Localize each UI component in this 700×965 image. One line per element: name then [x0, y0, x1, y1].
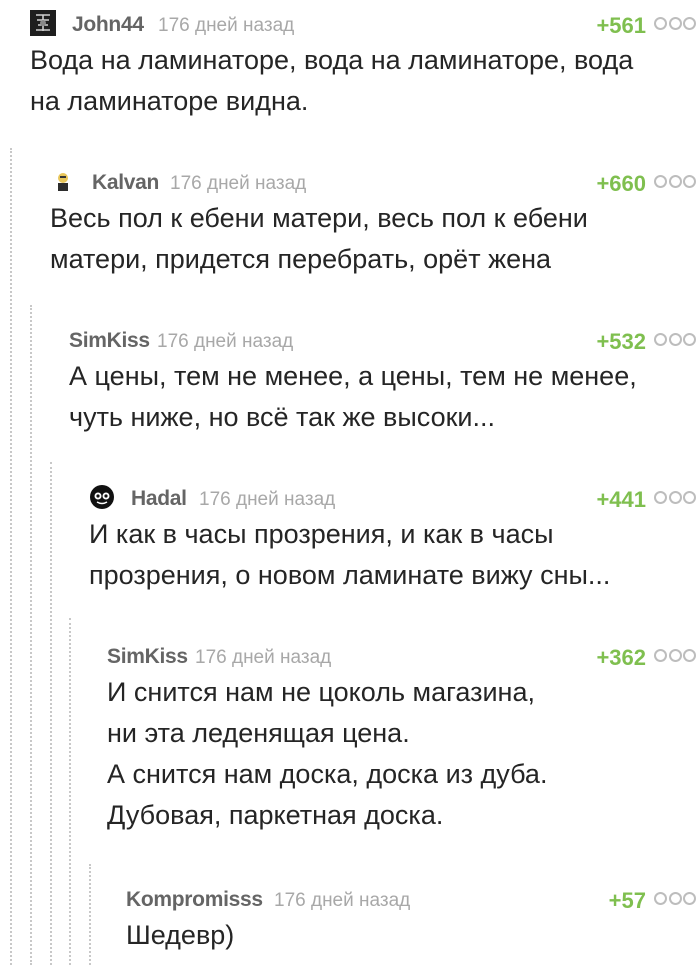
comment-text: И как в часы прозрения, и как в часы про…	[89, 519, 611, 590]
comment: Kompromisss 176 дней назад +57 Шедевр)	[126, 881, 700, 956]
comment-rating: +441	[596, 487, 646, 512]
comment-time: 176 дней назад	[199, 489, 336, 510]
comment-text: И снится нам не цоколь магазина, ни эта …	[107, 677, 548, 830]
more-options-icon[interactable]	[654, 649, 696, 663]
thread-line-4	[69, 618, 71, 965]
comment-text: А цены, тем не менее, а цены, тем не мен…	[69, 361, 637, 432]
more-options-icon[interactable]	[654, 175, 696, 189]
thread-line-1	[10, 148, 12, 965]
more-options-icon[interactable]	[654, 892, 696, 906]
comment-rating: +532	[596, 329, 646, 354]
thread-line-3	[50, 462, 52, 965]
comment-time: 176 дней назад	[195, 647, 332, 668]
comment-author[interactable]: Kompromisss	[126, 888, 263, 912]
comment-header: John44 176 дней назад +561	[30, 6, 700, 38]
comment-text: Весь пол к ебени матери, весь пол к ебен…	[50, 203, 588, 274]
comment-author[interactable]: SimKiss	[69, 329, 150, 353]
user-avatar-john44[interactable]	[30, 10, 56, 36]
thread-line-2	[30, 305, 32, 965]
more-options-icon[interactable]	[654, 491, 696, 505]
comment-rating: +362	[596, 645, 646, 670]
comment: SimKiss 176 дней назад +362 И снится нам…	[107, 638, 700, 836]
comment-time: 176 дней назад	[274, 890, 411, 911]
comment-header: Kompromisss 176 дней назад +57	[126, 881, 700, 913]
comment-time: 176 дней назад	[158, 15, 295, 36]
comment-header: SimKiss 176 дней назад +362	[107, 638, 700, 670]
comment-header: SimKiss 176 дней назад +532	[69, 322, 700, 354]
comment-header: Hadal 176 дней назад +441	[89, 480, 700, 512]
thread-line-5	[89, 864, 91, 965]
comment-author[interactable]: Kalvan	[92, 171, 159, 195]
comment: John44 176 дней назад +561 Вода на ламин…	[30, 6, 700, 122]
comment-time: 176 дней назад	[157, 331, 294, 352]
more-options-icon[interactable]	[654, 17, 696, 31]
comment-rating: +561	[596, 13, 646, 38]
comment-header: Kalvan 176 дней назад +660	[50, 164, 700, 196]
comment-author[interactable]: John44	[72, 13, 144, 37]
comment-author[interactable]: SimKiss	[107, 645, 188, 669]
comment: SimKiss 176 дней назад +532 А цены, тем …	[69, 322, 700, 438]
user-avatar-hadal[interactable]	[89, 484, 115, 510]
comment: Kalvan 176 дней назад +660 Весь пол к еб…	[50, 164, 700, 280]
more-options-icon[interactable]	[654, 333, 696, 347]
comment-author[interactable]: Hadal	[131, 487, 187, 511]
user-avatar-kalvan[interactable]	[50, 168, 76, 194]
comment-text: Вода на ламинаторе, вода на ламинаторе, …	[30, 45, 634, 116]
comment-rating: +660	[596, 171, 646, 196]
comment-text: Шедевр)	[126, 920, 235, 950]
comment-rating: +57	[608, 888, 646, 913]
comment-time: 176 дней назад	[170, 173, 307, 194]
comment: Hadal 176 дней назад +441 И как в часы п…	[89, 480, 700, 596]
